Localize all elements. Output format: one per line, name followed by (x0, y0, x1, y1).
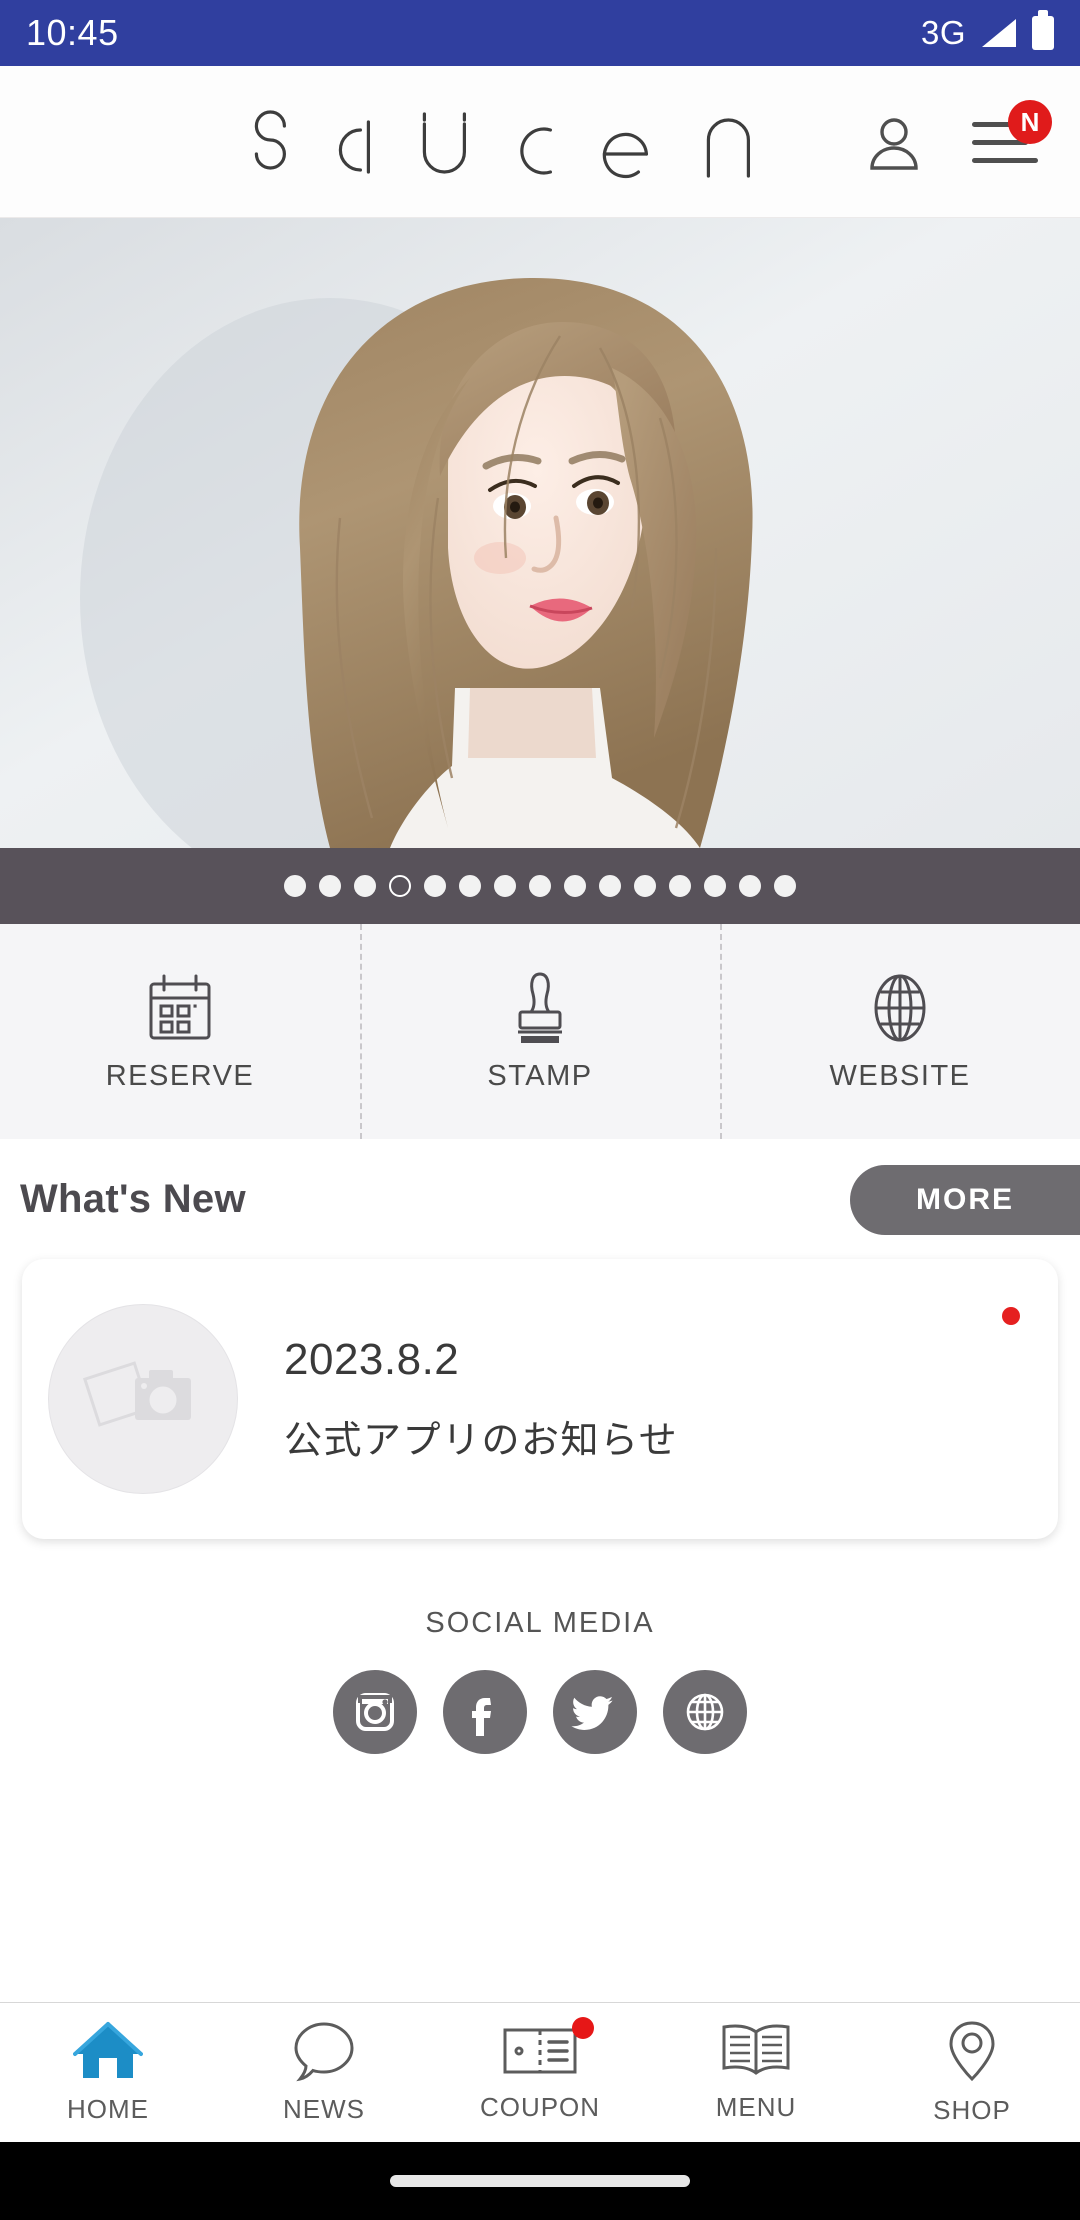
nav-label: MENU (715, 2092, 797, 2122)
nav-label: HOME (67, 2094, 149, 2124)
news-list-item[interactable]: 2023.8.2 公式アプリのお知らせ (22, 1259, 1058, 1539)
ticket-icon (503, 2028, 577, 2074)
battery-full-icon (1032, 10, 1054, 50)
carousel-dot[interactable] (424, 875, 446, 897)
menu-notification-badge: N (1008, 99, 1052, 144)
nav-item-news[interactable]: NEWS (216, 2003, 432, 2142)
quick-actions-row: RESERVE STAMP WEBSITE (0, 924, 1080, 1139)
carousel-dot[interactable] (389, 875, 411, 897)
news-item-date: 2023.8.2 (284, 1334, 460, 1384)
quick-action-label: STAMP (487, 1060, 593, 1092)
globe-icon (874, 974, 926, 1042)
hero-carousel[interactable] (0, 218, 1080, 848)
carousel-pagination[interactable] (0, 848, 1080, 924)
home-indicator-pill[interactable] (390, 2175, 690, 2187)
facebook-icon (472, 1698, 491, 1736)
carousel-dot[interactable] (599, 875, 621, 897)
carousel-dot[interactable] (634, 875, 656, 897)
nav-item-menu[interactable]: MENU (648, 2003, 864, 2142)
carousel-dot[interactable] (354, 875, 376, 897)
quick-action-stamp[interactable]: STAMP (360, 924, 720, 1139)
news-item-text: 2023.8.2 公式アプリのお知らせ (284, 1335, 678, 1464)
section-title-whats-new: What's New (20, 1176, 246, 1221)
carousel-dot[interactable] (529, 875, 551, 897)
carousel-dot[interactable] (669, 875, 691, 897)
open-book-icon (722, 2024, 790, 2075)
social-link-website[interactable] (663, 1670, 747, 1754)
hero-image (0, 218, 1080, 848)
network-type-label: 3G (920, 14, 966, 51)
carousel-dot[interactable] (704, 875, 726, 897)
bottom-navigation: HOME NEWS COUPON MENU SHOP (0, 2002, 1080, 2142)
home-icon (73, 2022, 143, 2078)
news-unread-indicator (1002, 1307, 1020, 1325)
carousel-dot[interactable] (739, 875, 761, 897)
carousel-dot[interactable] (284, 875, 306, 897)
carousel-dot[interactable] (459, 875, 481, 897)
nav-label: COUPON (479, 2092, 601, 2122)
instagram-icon (356, 1693, 394, 1731)
quick-action-reserve[interactable]: RESERVE (0, 924, 360, 1139)
social-link-twitter[interactable] (553, 1670, 637, 1754)
social-link-instagram[interactable] (333, 1670, 417, 1754)
quick-action-website[interactable]: WEBSITE (720, 924, 1080, 1139)
news-item-title: 公式アプリのお知らせ (284, 1419, 679, 1462)
nav-item-coupon[interactable]: COUPON (432, 2003, 648, 2142)
menu-button[interactable]: N (972, 99, 1052, 168)
nav-item-shop[interactable]: SHOP (864, 2003, 1080, 2142)
saucer-wordmark-icon (254, 109, 750, 178)
whats-new-list: 2023.8.2 公式アプリのお知らせ (0, 1259, 1080, 1539)
account-button[interactable] (862, 110, 926, 174)
signal-bars-icon (982, 19, 1016, 47)
speech-bubble-icon (294, 2022, 354, 2082)
status-bar-time: 10:45 (26, 12, 119, 53)
social-media-section: SOCIAL MEDIA (0, 1607, 1080, 1754)
whats-new-more-button[interactable]: MORE (850, 1165, 1080, 1235)
quick-action-label: WEBSITE (829, 1060, 971, 1092)
news-thumbnail (48, 1304, 238, 1494)
brand-logo[interactable] (238, 100, 758, 184)
system-gesture-bar (0, 2142, 1080, 2220)
carousel-dot[interactable] (319, 875, 341, 897)
status-bar-indicators: 3G (920, 10, 1054, 52)
carousel-dot[interactable] (564, 875, 586, 897)
app-header: N (0, 66, 1080, 218)
person-icon (870, 117, 918, 170)
social-link-facebook[interactable] (443, 1670, 527, 1754)
location-pin-icon (949, 2021, 995, 2082)
globe-icon (686, 1693, 724, 1731)
photo-camera-placeholder-icon (83, 1361, 191, 1427)
twitter-icon (571, 1696, 614, 1730)
calendar-icon (149, 974, 211, 1040)
nav-item-home[interactable]: HOME (0, 2003, 216, 2142)
stamp-icon (518, 972, 562, 1043)
app-header-actions: N (862, 99, 1052, 174)
nav-label: SHOP (933, 2095, 1011, 2125)
status-bar: 10:45 3G (0, 0, 1080, 66)
social-media-links (0, 1670, 1080, 1754)
nav-label: NEWS (283, 2094, 365, 2124)
social-media-title: SOCIAL MEDIA (425, 1607, 655, 1639)
carousel-dot[interactable] (774, 875, 796, 897)
whats-new-header: What's New MORE (0, 1139, 1080, 1259)
quick-action-label: RESERVE (105, 1060, 255, 1092)
carousel-dot[interactable] (494, 875, 516, 897)
coupon-badge (572, 2017, 594, 2039)
